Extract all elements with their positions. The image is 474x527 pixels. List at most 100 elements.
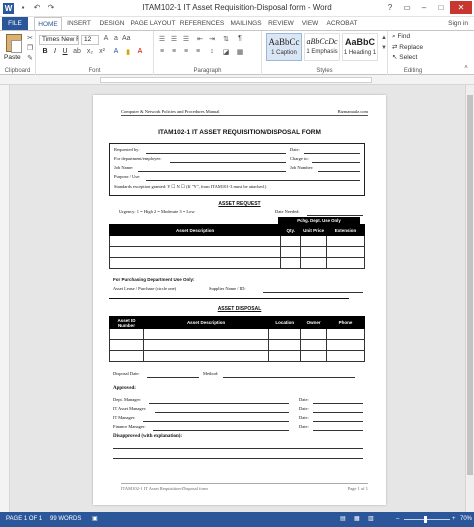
bullets-icon[interactable]: ☰ xyxy=(158,35,166,43)
disposal-date-line[interactable] xyxy=(147,377,199,378)
justify-icon[interactable]: ≡ xyxy=(194,48,202,55)
tab-file[interactable]: FILE xyxy=(2,17,28,30)
it-manager-date-line[interactable] xyxy=(313,421,363,422)
font-name-combo[interactable]: Times New Ro xyxy=(39,35,79,45)
tab-view[interactable]: VIEW xyxy=(298,17,322,30)
table-cell[interactable] xyxy=(326,328,365,340)
explanation-line-1[interactable] xyxy=(113,448,363,449)
dept-employee-line[interactable] xyxy=(170,162,286,163)
strikethrough-icon[interactable]: ab xyxy=(73,48,81,55)
sign-in-link[interactable]: Sign in xyxy=(448,17,468,30)
increase-indent-icon[interactable]: ⇥ xyxy=(208,35,216,43)
it-asset-manager-line[interactable] xyxy=(155,412,289,413)
tab-home[interactable]: HOME xyxy=(34,17,62,30)
table-cell[interactable] xyxy=(108,257,282,269)
table-cell[interactable] xyxy=(280,246,302,258)
method-line[interactable] xyxy=(223,377,355,378)
select-button[interactable]: ↖ Select xyxy=(392,53,417,61)
minimize-button[interactable]: – xyxy=(416,1,432,14)
align-right-icon[interactable]: ≡ xyxy=(182,48,190,55)
shrink-font-icon[interactable]: a xyxy=(112,35,120,42)
read-mode-icon[interactable]: ▤ xyxy=(340,512,346,527)
sort-icon[interactable]: ⇅ xyxy=(222,35,230,43)
document-workspace[interactable]: Computer & Network Policies and Procedur… xyxy=(10,85,465,512)
cut-icon[interactable]: ✂ xyxy=(26,34,34,42)
text-effects-icon[interactable]: A xyxy=(112,48,120,55)
show-formatting-icon[interactable]: ¶ xyxy=(236,35,244,42)
scrollbar-thumb[interactable] xyxy=(467,95,473,475)
proofing-icon[interactable]: ▣ xyxy=(92,512,98,527)
table-cell[interactable] xyxy=(300,235,328,247)
style-caption[interactable]: AaBbCc 1 Caption xyxy=(266,33,302,61)
tab-page-layout[interactable]: PAGE LAYOUT xyxy=(130,17,176,30)
request-date-line[interactable] xyxy=(304,153,360,154)
table-cell[interactable] xyxy=(326,257,365,269)
style-heading-1[interactable]: AaBbC 1 Heading 1 xyxy=(342,33,378,61)
table-cell[interactable] xyxy=(300,257,328,269)
dept-manager-line[interactable] xyxy=(149,403,289,404)
print-layout-icon[interactable]: ▦ xyxy=(354,512,360,527)
close-button[interactable]: ✕ xyxy=(450,1,472,14)
paste-icon[interactable] xyxy=(6,34,22,53)
multilevel-list-icon[interactable]: ☰ xyxy=(182,35,190,43)
table-cell[interactable] xyxy=(108,246,282,258)
web-layout-icon[interactable]: ▥ xyxy=(368,512,374,527)
font-size-combo[interactable]: 12 xyxy=(81,35,99,45)
find-button[interactable]: ⌕ Find xyxy=(392,33,410,41)
table-cell[interactable] xyxy=(326,339,365,351)
finance-manager-date-line[interactable] xyxy=(313,430,363,431)
table-cell[interactable] xyxy=(300,350,328,362)
table-cell[interactable] xyxy=(108,235,282,247)
decrease-indent-icon[interactable]: ⇤ xyxy=(196,35,204,43)
font-color-icon[interactable]: A xyxy=(136,48,144,55)
vertical-ruler[interactable] xyxy=(0,85,10,512)
table-cell[interactable] xyxy=(142,339,270,351)
style-emphasis[interactable]: aBbCcDc 1 Emphasis xyxy=(304,33,340,61)
grow-font-icon[interactable]: A xyxy=(102,35,110,42)
restore-ribbon-icon[interactable]: ▭ xyxy=(399,1,415,14)
requested-by-line[interactable] xyxy=(146,153,286,154)
page-count-status[interactable]: PAGE 1 OF 1 xyxy=(6,512,42,527)
tab-acrobat[interactable]: ACROBAT xyxy=(324,17,360,30)
zoom-level[interactable]: 70% xyxy=(460,512,472,527)
tab-design[interactable]: DESIGN xyxy=(96,17,128,30)
it-manager-line[interactable] xyxy=(143,421,289,422)
table-cell[interactable] xyxy=(326,235,365,247)
highlight-icon[interactable]: ▮ xyxy=(124,48,132,56)
zoom-out-icon[interactable]: – xyxy=(396,512,399,527)
tab-insert[interactable]: INSERT xyxy=(64,17,94,30)
superscript-icon[interactable]: x² xyxy=(98,48,106,55)
borders-icon[interactable]: ▦ xyxy=(236,48,244,56)
tab-mailings[interactable]: MAILINGS xyxy=(228,17,264,30)
table-cell[interactable] xyxy=(109,339,144,351)
table-cell[interactable] xyxy=(280,257,302,269)
format-painter-icon[interactable]: ✎ xyxy=(26,54,34,62)
zoom-slider[interactable] xyxy=(404,516,450,523)
purpose-line[interactable] xyxy=(146,180,360,181)
change-case-icon[interactable]: Aa xyxy=(122,35,131,42)
finance-manager-line[interactable] xyxy=(153,430,289,431)
table-cell[interactable] xyxy=(280,235,302,247)
replace-button[interactable]: ⇄ Replace xyxy=(392,43,423,51)
tab-references[interactable]: REFERENCES xyxy=(178,17,226,30)
zoom-in-icon[interactable]: + xyxy=(452,512,456,527)
styles-scroll-up-icon[interactable]: ▲ xyxy=(380,35,388,41)
numbering-icon[interactable]: ☰ xyxy=(170,35,178,43)
table-cell[interactable] xyxy=(300,328,328,340)
help-icon[interactable]: ? xyxy=(382,1,398,14)
subscript-icon[interactable]: x₂ xyxy=(86,48,94,55)
table-cell[interactable] xyxy=(268,350,302,362)
explanation-line-2[interactable] xyxy=(113,458,363,459)
paste-button-label[interactable]: Paste xyxy=(4,54,21,61)
job-number-line[interactable] xyxy=(318,171,360,172)
supplier-line[interactable] xyxy=(263,292,363,293)
align-center-icon[interactable]: ≡ xyxy=(170,48,178,55)
table-cell[interactable] xyxy=(109,328,144,340)
align-left-icon[interactable]: ≡ xyxy=(158,48,166,55)
maximize-button[interactable]: □ xyxy=(433,1,449,14)
table-cell[interactable] xyxy=(326,246,365,258)
word-count-status[interactable]: 99 WORDS xyxy=(50,512,81,527)
it-asset-manager-date-line[interactable] xyxy=(313,412,363,413)
styles-scroll-down-icon[interactable]: ▼ xyxy=(380,45,388,51)
zoom-slider-knob[interactable] xyxy=(424,516,427,523)
